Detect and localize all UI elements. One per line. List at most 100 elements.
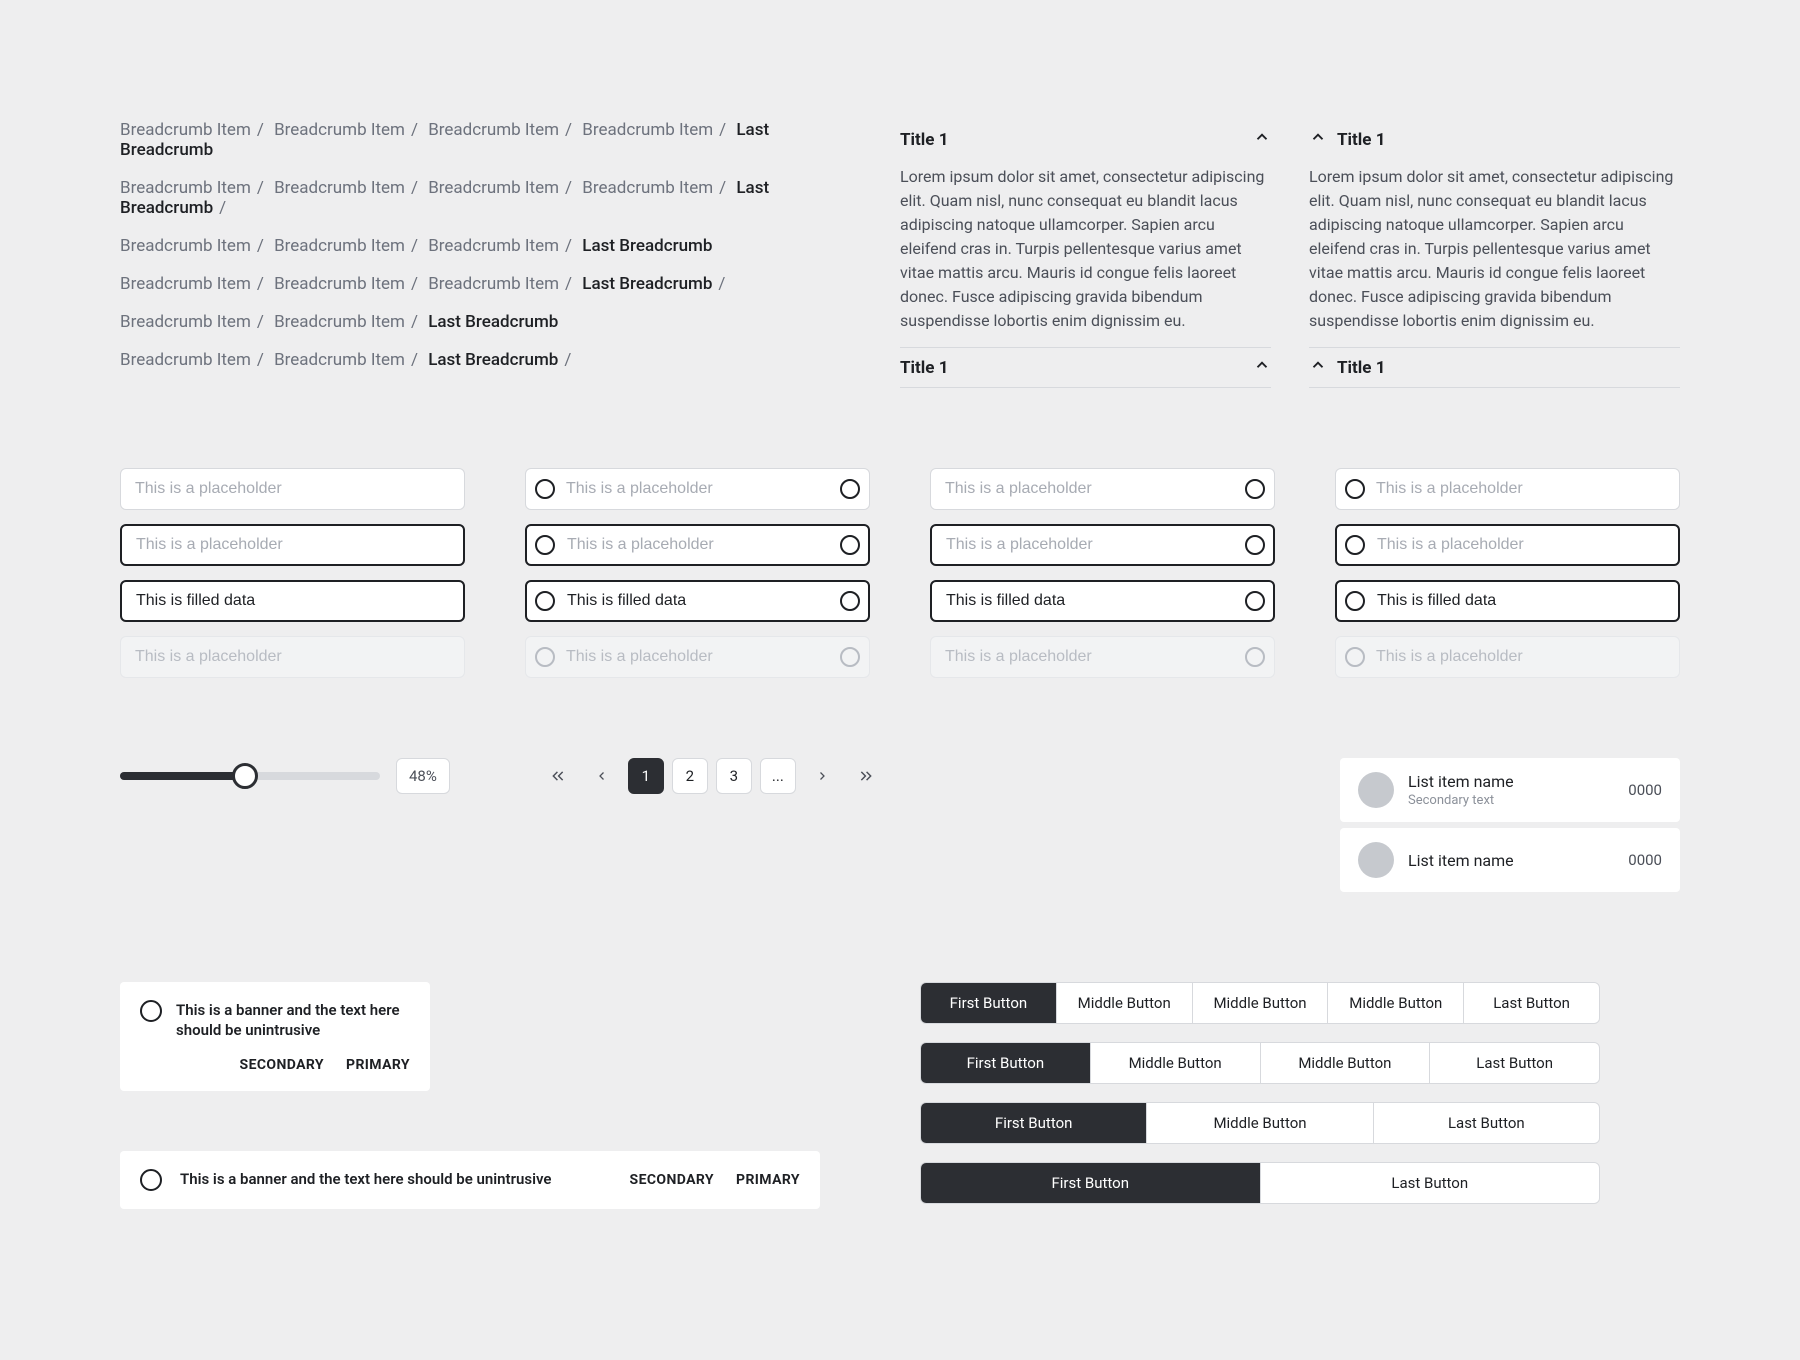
text-input[interactable] bbox=[1335, 524, 1680, 566]
text-input-focused bbox=[1335, 524, 1680, 566]
text-input bbox=[930, 636, 1275, 678]
text-input[interactable] bbox=[1335, 468, 1680, 510]
circle-icon bbox=[1245, 479, 1265, 499]
breadcrumb: Breadcrumb Item/ Breadcrumb Item/ Last B… bbox=[120, 312, 840, 332]
last-button[interactable]: Last Button bbox=[1464, 983, 1599, 1023]
breadcrumb: Breadcrumb Item/ Breadcrumb Item/ Last B… bbox=[120, 350, 840, 370]
chevron-up-icon bbox=[1309, 128, 1327, 151]
text-input[interactable] bbox=[525, 580, 870, 622]
avatar bbox=[1358, 772, 1394, 808]
accordion-header[interactable]: Title 1 bbox=[1309, 348, 1680, 387]
pagination-page[interactable]: 3 bbox=[716, 758, 752, 794]
accordion-header[interactable]: Title 1 bbox=[900, 120, 1271, 159]
breadcrumb: Breadcrumb Item/ Breadcrumb Item/ Breadc… bbox=[120, 178, 840, 218]
accordion-body: Lorem ipsum dolor sit amet, consectetur … bbox=[900, 159, 1271, 347]
text-input-filled bbox=[525, 580, 870, 622]
middle-button[interactable]: Middle Button bbox=[1193, 983, 1329, 1023]
middle-button[interactable]: Middle Button bbox=[1261, 1043, 1431, 1083]
pagination-page[interactable]: 2 bbox=[672, 758, 708, 794]
pagination-last-button[interactable] bbox=[848, 758, 884, 794]
middle-button[interactable]: Middle Button bbox=[1328, 983, 1464, 1023]
text-input[interactable] bbox=[525, 468, 870, 510]
accordion-body: Lorem ipsum dolor sit amet, consectetur … bbox=[1309, 159, 1680, 347]
accordion-header[interactable]: Title 1 bbox=[900, 348, 1271, 387]
slider-thumb[interactable] bbox=[232, 763, 258, 789]
text-input[interactable] bbox=[1335, 580, 1680, 622]
list-item[interactable]: List item name Secondary text 0000 bbox=[1340, 758, 1680, 822]
text-input[interactable] bbox=[120, 524, 465, 566]
text-input-disabled bbox=[1335, 636, 1680, 678]
button-group: First Button Middle Button Last Button bbox=[920, 1102, 1600, 1144]
circle-icon bbox=[535, 647, 555, 667]
pagination-ellipsis: ... bbox=[760, 758, 796, 794]
circle-icon bbox=[535, 479, 555, 499]
first-button[interactable]: First Button bbox=[921, 1163, 1261, 1203]
text-input-default bbox=[1335, 468, 1680, 510]
first-button[interactable]: First Button bbox=[921, 1103, 1147, 1143]
text-input-filled bbox=[930, 580, 1275, 622]
primary-button[interactable]: PRIMARY bbox=[736, 1172, 800, 1188]
circle-icon bbox=[1245, 535, 1265, 555]
last-button[interactable]: Last Button bbox=[1430, 1043, 1599, 1083]
middle-button[interactable]: Middle Button bbox=[1057, 983, 1193, 1023]
pagination: 1 2 3 ... bbox=[540, 758, 884, 794]
circle-icon bbox=[535, 535, 555, 555]
list-item[interactable]: List item name 0000 bbox=[1340, 828, 1680, 892]
breadcrumb: Breadcrumb Item/ Breadcrumb Item/ Breadc… bbox=[120, 236, 840, 256]
pagination-page[interactable]: 1 bbox=[628, 758, 664, 794]
secondary-button[interactable]: SECONDARY bbox=[240, 1057, 324, 1073]
middle-button[interactable]: Middle Button bbox=[1147, 1103, 1373, 1143]
slider-fill bbox=[120, 772, 245, 780]
accordion-right-chevron: Title 1 Lorem ipsum dolor sit amet, cons… bbox=[900, 120, 1271, 388]
banner: This is a banner and the text here shoul… bbox=[120, 1151, 820, 1209]
text-input[interactable] bbox=[120, 468, 465, 510]
circle-icon bbox=[1345, 591, 1365, 611]
chevron-up-icon bbox=[1253, 128, 1271, 151]
breadcrumb: Breadcrumb Item/ Breadcrumb Item/ Breadc… bbox=[120, 274, 840, 294]
banner-text: This is a banner and the text here shoul… bbox=[176, 1000, 410, 1041]
slider-value: 48% bbox=[396, 758, 450, 794]
text-input-disabled bbox=[930, 636, 1275, 678]
button-group: First Button Middle Button Middle Button… bbox=[920, 982, 1600, 1024]
text-input-filled bbox=[120, 580, 465, 622]
banner: This is a banner and the text here shoul… bbox=[120, 982, 430, 1091]
circle-icon bbox=[140, 1000, 162, 1022]
chevron-up-icon bbox=[1253, 356, 1271, 379]
first-button[interactable]: First Button bbox=[921, 1043, 1091, 1083]
accordion-header[interactable]: Title 1 bbox=[1309, 120, 1680, 159]
list-item-value: 0000 bbox=[1628, 851, 1662, 869]
text-input[interactable] bbox=[120, 580, 465, 622]
pagination-prev-button[interactable] bbox=[584, 758, 620, 794]
circle-icon bbox=[535, 591, 555, 611]
text-input[interactable] bbox=[930, 580, 1275, 622]
pagination-first-button[interactable] bbox=[540, 758, 576, 794]
text-input[interactable] bbox=[525, 524, 870, 566]
chevron-up-icon bbox=[1309, 356, 1327, 379]
circle-icon bbox=[840, 535, 860, 555]
list-item-name: List item name bbox=[1408, 772, 1614, 791]
accordion-left-chevron: Title 1 Lorem ipsum dolor sit amet, cons… bbox=[1309, 120, 1680, 388]
avatar bbox=[1358, 842, 1394, 878]
text-input-focused bbox=[930, 524, 1275, 566]
secondary-button[interactable]: SECONDARY bbox=[630, 1172, 714, 1188]
text-input[interactable] bbox=[930, 468, 1275, 510]
circle-icon bbox=[1345, 647, 1365, 667]
circle-icon bbox=[1245, 647, 1265, 667]
circle-icon bbox=[840, 647, 860, 667]
primary-button[interactable]: PRIMARY bbox=[346, 1057, 410, 1073]
first-button[interactable]: First Button bbox=[921, 983, 1057, 1023]
text-input-disabled bbox=[525, 636, 870, 678]
text-input-filled bbox=[1335, 580, 1680, 622]
pagination-next-button[interactable] bbox=[804, 758, 840, 794]
last-button[interactable]: Last Button bbox=[1261, 1163, 1600, 1203]
circle-icon bbox=[840, 591, 860, 611]
middle-button[interactable]: Middle Button bbox=[1091, 1043, 1261, 1083]
last-button[interactable]: Last Button bbox=[1374, 1103, 1599, 1143]
slider-track[interactable] bbox=[120, 772, 380, 780]
circle-icon bbox=[1345, 479, 1365, 499]
segmented-button-groups: First Button Middle Button Middle Button… bbox=[920, 982, 1680, 1209]
list-item-value: 0000 bbox=[1628, 781, 1662, 799]
text-input[interactable] bbox=[930, 524, 1275, 566]
text-input bbox=[1335, 636, 1680, 678]
breadcrumb-examples: Breadcrumb Item/ Breadcrumb Item/ Breadc… bbox=[120, 120, 840, 388]
